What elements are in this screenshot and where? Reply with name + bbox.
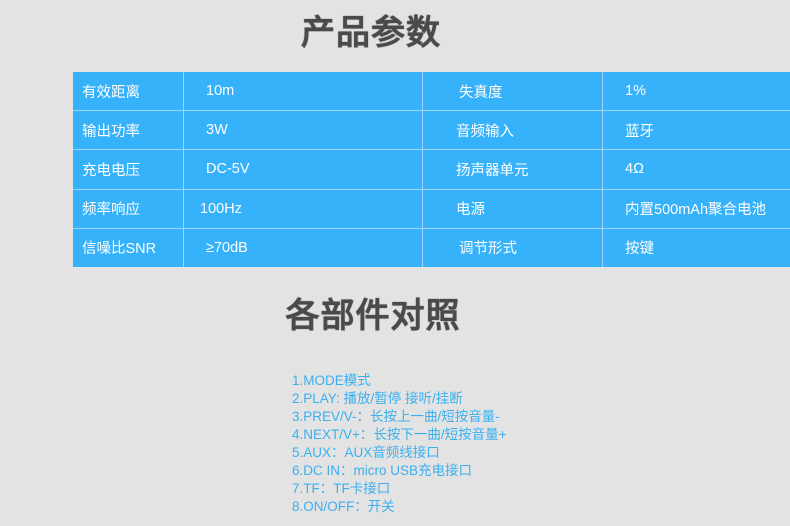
- spec-label: 有效距离: [73, 72, 184, 112]
- spec-label: 电源: [422, 188, 603, 229]
- part-item-tf: 7.TF：TF卡接口: [292, 481, 391, 496]
- part-item-next: 4.NEXT/V+：长按下一曲/短按音量+: [292, 427, 507, 442]
- part-item-on-off: 8.ON/OFF：开关: [292, 499, 395, 514]
- spec-row: 输出功率 3W 音频输入 蓝牙: [73, 110, 790, 151]
- spec-value: DC-5V: [183, 149, 423, 190]
- specs-table: 有效距离 10m 失真度 1% 输出功率 3W 音频输入 蓝牙 充电电压 DC-…: [73, 72, 790, 267]
- spec-value: 10m: [183, 72, 423, 112]
- part-item-aux: 5.AUX：AUX音频线接口: [292, 445, 440, 460]
- part-item-mode: 1.MODE模式: [292, 373, 371, 388]
- spec-value: 1%: [602, 72, 790, 112]
- spec-value: 4Ω: [602, 149, 790, 190]
- spec-row: 信噪比SNR ≥70dB 调节形式 按键: [73, 227, 790, 267]
- spec-label: 扬声器单元: [422, 149, 603, 190]
- spec-row: 有效距离 10m 失真度 1%: [73, 72, 790, 112]
- spec-label: 频率响应: [73, 188, 184, 229]
- spec-row: 频率响应 100Hz 电源 内置500mAh聚合电池: [73, 188, 790, 229]
- spec-label: 充电电压: [73, 149, 184, 190]
- spec-value: 按键: [602, 227, 790, 267]
- spec-label: 输出功率: [73, 110, 184, 151]
- spec-value: 3W: [183, 110, 423, 151]
- spec-value: 蓝牙: [602, 110, 790, 151]
- spec-row: 充电电压 DC-5V 扬声器单元 4Ω: [73, 149, 790, 190]
- spec-label: 音频输入: [422, 110, 603, 151]
- part-item-prev: 3.PREV/V-：长按上一曲/短按音量-: [292, 409, 500, 424]
- spec-value: 内置500mAh聚合电池: [602, 188, 790, 229]
- spec-label: 调节形式: [422, 227, 603, 267]
- spec-value: ≥70dB: [183, 227, 423, 267]
- parts-reference-heading: 各部件对照: [285, 296, 461, 336]
- spec-value: 100Hz: [183, 188, 423, 229]
- part-item-play: 2.PLAY: 播放/暂停 接听/挂断: [292, 391, 463, 406]
- product-specs-heading: 产品参数: [301, 13, 441, 53]
- spec-label: 失真度: [422, 72, 603, 112]
- parts-list: 1.MODE模式 2.PLAY: 播放/暂停 接听/挂断 3.PREV/V-：长…: [292, 372, 507, 516]
- part-item-dc-in: 6.DC IN：micro USB充电接口: [292, 463, 473, 478]
- spec-label: 信噪比SNR: [73, 227, 184, 267]
